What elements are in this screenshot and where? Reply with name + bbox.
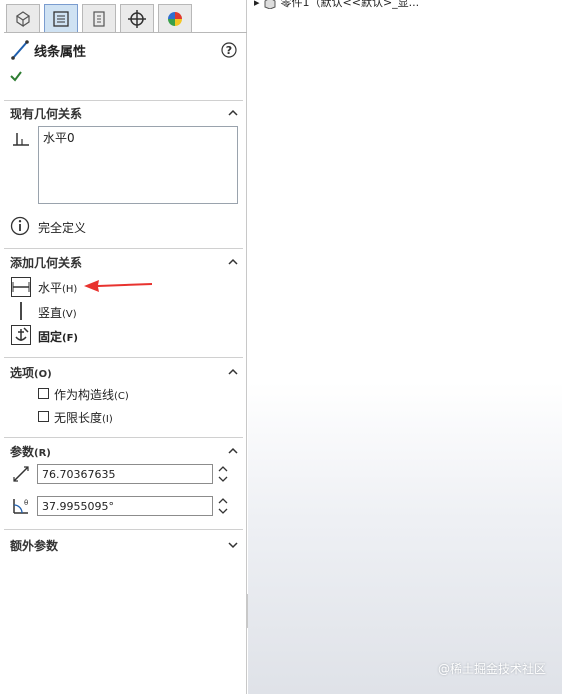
red-arrow-annotation xyxy=(84,280,152,292)
parameters-header[interactable]: 参数(R) xyxy=(10,443,51,460)
add-relations-header[interactable]: 添加几何关系 xyxy=(10,254,82,271)
graphics-viewport[interactable] xyxy=(248,0,562,694)
chevron-up-icon[interactable] xyxy=(226,365,240,379)
svg-text:θ: θ xyxy=(24,499,28,507)
configuration-icon xyxy=(93,10,105,27)
existing-relations-header[interactable]: 现有几何关系 xyxy=(10,105,82,122)
infinite-length-checkbox[interactable] xyxy=(38,411,49,422)
panel-title: 线条属性 xyxy=(34,45,87,60)
length-input[interactable] xyxy=(37,464,213,484)
tabs-baseline xyxy=(4,32,247,33)
panel-tabs xyxy=(4,4,247,34)
anchor-icon xyxy=(15,327,29,341)
angle-input[interactable] xyxy=(37,496,213,516)
divider xyxy=(4,100,243,101)
tab-feature-manager[interactable] xyxy=(6,4,40,32)
tab-property-manager[interactable] xyxy=(44,4,78,32)
part-icon xyxy=(264,0,276,10)
ok-checkmark-icon[interactable] xyxy=(9,69,23,83)
vertical-shortcut: (V) xyxy=(62,309,77,320)
length-spinner-icon[interactable] xyxy=(217,464,229,484)
tab-configuration-manager[interactable] xyxy=(82,4,116,32)
angle-spinner-icon[interactable] xyxy=(217,496,229,516)
info-icon xyxy=(10,216,30,236)
infinite-length-text: 无限长度 xyxy=(54,411,103,425)
relation-item[interactable]: 水平0 xyxy=(43,129,233,146)
angle-icon: θ xyxy=(13,499,28,514)
help-icon[interactable]: ? xyxy=(221,42,237,58)
vertical-relation-button-icon[interactable] xyxy=(11,301,31,321)
construction-shortcut: (C) xyxy=(114,391,129,402)
chevron-up-icon[interactable] xyxy=(226,255,240,269)
extra-parameters-header[interactable]: 额外参数 xyxy=(10,537,58,554)
svg-text:?: ? xyxy=(226,44,232,57)
chevron-up-icon[interactable] xyxy=(226,106,240,120)
divider xyxy=(4,248,243,249)
existing-relations-list[interactable]: 水平0 xyxy=(38,126,238,204)
construction-checkbox[interactable] xyxy=(38,388,49,399)
infinite-length-label[interactable]: 无限长度(I) xyxy=(54,409,113,426)
property-manager-panel: 线条属性 ? 现有几何关系 水平0 完全定义 添加几何关系 水平(H) 竖直(V… xyxy=(0,0,247,694)
crosshair-icon xyxy=(128,9,146,28)
fix-label: 固定 xyxy=(38,330,63,344)
construction-text: 作为构造线 xyxy=(54,388,115,402)
add-horizontal-item[interactable]: 水平(H) xyxy=(38,279,77,296)
add-vertical-item[interactable]: 竖直(V) xyxy=(38,304,77,321)
horizontal-relation-icon xyxy=(13,133,29,146)
watermark: @稀土掘金技术社区 xyxy=(438,662,547,676)
options-shortcut: (O) xyxy=(34,369,52,380)
parameters-shortcut: (R) xyxy=(34,448,51,459)
vertical-line-icon xyxy=(20,302,22,320)
options-label: 选项 xyxy=(10,366,35,380)
horizontal-line-icon xyxy=(12,282,30,292)
add-fix-item[interactable]: 固定(F) xyxy=(38,328,78,345)
infinite-length-shortcut: (I) xyxy=(102,414,113,425)
horizontal-relation-button-icon[interactable] xyxy=(11,277,31,297)
chevron-up-icon[interactable] xyxy=(226,444,240,458)
construction-label[interactable]: 作为构造线(C) xyxy=(54,386,129,403)
divider xyxy=(4,357,243,358)
line-icon xyxy=(11,40,29,60)
length-icon xyxy=(13,466,29,482)
expand-arrow-icon[interactable]: ▸ xyxy=(254,0,260,9)
flyout-tree-item[interactable]: ▸ 零件1（默认<<默认>_显... xyxy=(254,0,419,10)
feature-tree-icon xyxy=(15,10,31,27)
tree-item-text: 零件1（默认<<默认>_显... xyxy=(280,0,420,9)
divider xyxy=(4,437,243,438)
chevron-down-icon[interactable] xyxy=(226,538,240,552)
appearance-ball-icon xyxy=(168,11,182,26)
fix-shortcut: (F) xyxy=(62,333,78,344)
parameters-label: 参数 xyxy=(10,445,35,459)
tab-dimxpert-manager[interactable] xyxy=(120,4,154,32)
definition-status: 完全定义 xyxy=(38,221,87,235)
horizontal-label: 水平 xyxy=(38,281,63,295)
fix-relation-button-icon[interactable] xyxy=(11,325,31,345)
horizontal-shortcut: (H) xyxy=(62,284,78,295)
tab-display-manager[interactable] xyxy=(158,4,192,32)
vertical-label: 竖直 xyxy=(38,306,63,320)
divider xyxy=(4,529,243,530)
property-list-icon xyxy=(53,10,69,27)
options-header[interactable]: 选项(O) xyxy=(10,364,52,381)
